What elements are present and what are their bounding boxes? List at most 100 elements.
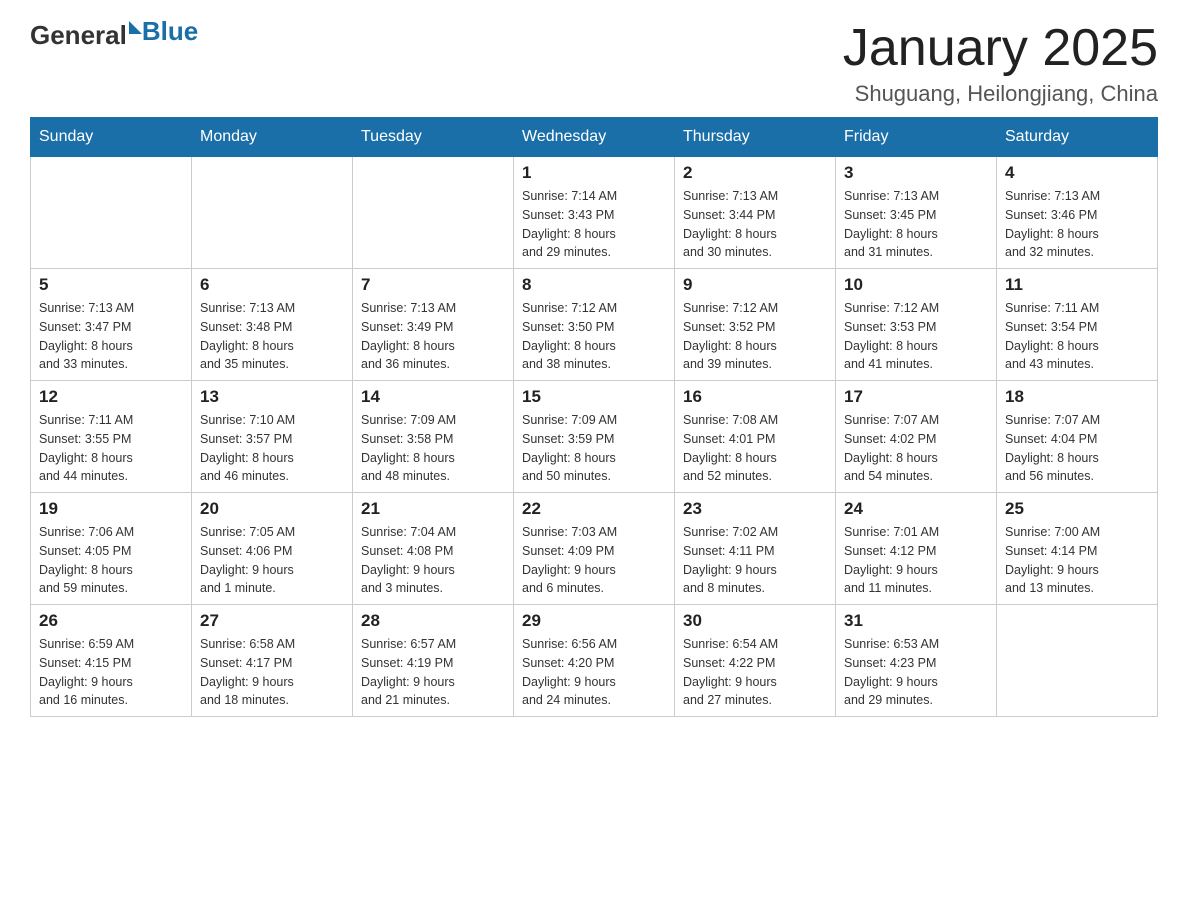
weekday-header-thursday: Thursday [675, 118, 836, 157]
day-number: 21 [361, 499, 505, 519]
day-number: 29 [522, 611, 666, 631]
day-info: Sunrise: 7:03 AM Sunset: 4:09 PM Dayligh… [522, 523, 666, 598]
calendar-cell: 26 Sunrise: 6:59 AM Sunset: 4:15 PM Dayli… [31, 605, 192, 717]
day-number: 28 [361, 611, 505, 631]
day-number: 17 [844, 387, 988, 407]
day-number: 18 [1005, 387, 1149, 407]
calendar-cell: 19 Sunrise: 7:06 AM Sunset: 4:05 PM Dayli… [31, 493, 192, 605]
calendar-cell [31, 157, 192, 269]
day-number: 5 [39, 275, 183, 295]
logo: General Blue [30, 20, 198, 51]
calendar-cell: 24Sunrise: 7:01 AM Sunset: 4:12 PM Dayli… [836, 493, 997, 605]
day-info: Sunrise: 7:13 AM Sunset: 3:49 PM Dayligh… [361, 299, 505, 374]
day-info: Sunrise: 6:58 AM Sunset: 4:17 PM Dayligh… [200, 635, 344, 710]
calendar-cell [997, 605, 1158, 717]
weekday-header-monday: Monday [192, 118, 353, 157]
day-number: 7 [361, 275, 505, 295]
calendar-cell: 29 Sunrise: 6:56 AM Sunset: 4:20 PM Dayli… [514, 605, 675, 717]
calendar-cell: 31 Sunrise: 6:53 AM Sunset: 4:23 PM Dayli… [836, 605, 997, 717]
calendar-cell: 2 Sunrise: 7:13 AM Sunset: 3:44 PM Daylig… [675, 157, 836, 269]
calendar-cell: 5 Sunrise: 7:13 AM Sunset: 3:47 PM Daylig… [31, 269, 192, 381]
day-number: 31 [844, 611, 988, 631]
day-number: 2 [683, 163, 827, 183]
weekday-header-sunday: Sunday [31, 118, 192, 157]
day-number: 30 [683, 611, 827, 631]
day-info: Sunrise: 7:11 AM Sunset: 3:55 PM Dayligh… [39, 411, 183, 486]
logo-arrow-icon [129, 21, 142, 34]
day-info: Sunrise: 7:12 AM Sunset: 3:53 PM Dayligh… [844, 299, 988, 374]
calendar-header: SundayMondayTuesdayWednesdayThursdayFrid… [31, 118, 1158, 157]
calendar-cell: 30Sunrise: 6:54 AM Sunset: 4:22 PM Dayli… [675, 605, 836, 717]
day-info: Sunrise: 7:13 AM Sunset: 3:46 PM Dayligh… [1005, 187, 1149, 262]
day-info: Sunrise: 7:13 AM Sunset: 3:44 PM Dayligh… [683, 187, 827, 262]
logo-general: General [30, 20, 127, 51]
title-section: January 2025 Shuguang, Heilongjiang, Chi… [843, 20, 1158, 107]
calendar-cell: 27 Sunrise: 6:58 AM Sunset: 4:17 PM Dayli… [192, 605, 353, 717]
calendar-cell: 25 Sunrise: 7:00 AM Sunset: 4:14 PM Dayli… [997, 493, 1158, 605]
day-info: Sunrise: 7:09 AM Sunset: 3:58 PM Dayligh… [361, 411, 505, 486]
calendar-week-4: 19 Sunrise: 7:06 AM Sunset: 4:05 PM Dayli… [31, 493, 1158, 605]
calendar-cell: 13 Sunrise: 7:10 AM Sunset: 3:57 PM Dayli… [192, 381, 353, 493]
day-number: 10 [844, 275, 988, 295]
day-number: 6 [200, 275, 344, 295]
day-info: Sunrise: 7:12 AM Sunset: 3:50 PM Dayligh… [522, 299, 666, 374]
day-info: Sunrise: 7:09 AM Sunset: 3:59 PM Dayligh… [522, 411, 666, 486]
day-number: 27 [200, 611, 344, 631]
calendar-cell: 8 Sunrise: 7:12 AM Sunset: 3:50 PM Daylig… [514, 269, 675, 381]
day-number: 9 [683, 275, 827, 295]
day-info: Sunrise: 6:59 AM Sunset: 4:15 PM Dayligh… [39, 635, 183, 710]
calendar-cell: 20 Sunrise: 7:05 AM Sunset: 4:06 PM Dayli… [192, 493, 353, 605]
calendar-cell: 17Sunrise: 7:07 AM Sunset: 4:02 PM Dayli… [836, 381, 997, 493]
day-info: Sunrise: 7:10 AM Sunset: 3:57 PM Dayligh… [200, 411, 344, 486]
calendar-cell: 21 Sunrise: 7:04 AM Sunset: 4:08 PM Dayli… [353, 493, 514, 605]
day-number: 25 [1005, 499, 1149, 519]
day-info: Sunrise: 7:02 AM Sunset: 4:11 PM Dayligh… [683, 523, 827, 598]
day-number: 15 [522, 387, 666, 407]
calendar-cell: 10 Sunrise: 7:12 AM Sunset: 3:53 PM Dayli… [836, 269, 997, 381]
calendar-cell: 7 Sunrise: 7:13 AM Sunset: 3:49 PM Daylig… [353, 269, 514, 381]
day-number: 20 [200, 499, 344, 519]
day-info: Sunrise: 7:08 AM Sunset: 4:01 PM Dayligh… [683, 411, 827, 486]
logo-blue: Blue [142, 16, 198, 47]
calendar-week-5: 26 Sunrise: 6:59 AM Sunset: 4:15 PM Dayli… [31, 605, 1158, 717]
day-info: Sunrise: 7:13 AM Sunset: 3:47 PM Dayligh… [39, 299, 183, 374]
calendar-cell: 11Sunrise: 7:11 AM Sunset: 3:54 PM Dayli… [997, 269, 1158, 381]
day-info: Sunrise: 7:14 AM Sunset: 3:43 PM Dayligh… [522, 187, 666, 262]
day-number: 24 [844, 499, 988, 519]
day-number: 16 [683, 387, 827, 407]
calendar-cell: 12Sunrise: 7:11 AM Sunset: 3:55 PM Dayli… [31, 381, 192, 493]
day-number: 8 [522, 275, 666, 295]
day-info: Sunrise: 7:00 AM Sunset: 4:14 PM Dayligh… [1005, 523, 1149, 598]
weekday-header-saturday: Saturday [997, 118, 1158, 157]
calendar-table: SundayMondayTuesdayWednesdayThursdayFrid… [30, 117, 1158, 717]
day-number: 22 [522, 499, 666, 519]
day-number: 4 [1005, 163, 1149, 183]
day-number: 23 [683, 499, 827, 519]
day-info: Sunrise: 7:04 AM Sunset: 4:08 PM Dayligh… [361, 523, 505, 598]
weekday-header-wednesday: Wednesday [514, 118, 675, 157]
day-number: 11 [1005, 275, 1149, 295]
calendar-cell: 18 Sunrise: 7:07 AM Sunset: 4:04 PM Dayli… [997, 381, 1158, 493]
day-info: Sunrise: 7:05 AM Sunset: 4:06 PM Dayligh… [200, 523, 344, 598]
day-number: 19 [39, 499, 183, 519]
day-info: Sunrise: 7:07 AM Sunset: 4:04 PM Dayligh… [1005, 411, 1149, 486]
calendar-body: 1Sunrise: 7:14 AM Sunset: 3:43 PM Daylig… [31, 157, 1158, 717]
day-info: Sunrise: 6:56 AM Sunset: 4:20 PM Dayligh… [522, 635, 666, 710]
calendar-cell: 1Sunrise: 7:14 AM Sunset: 3:43 PM Daylig… [514, 157, 675, 269]
day-info: Sunrise: 7:12 AM Sunset: 3:52 PM Dayligh… [683, 299, 827, 374]
day-info: Sunrise: 6:57 AM Sunset: 4:19 PM Dayligh… [361, 635, 505, 710]
weekday-header-tuesday: Tuesday [353, 118, 514, 157]
day-info: Sunrise: 6:53 AM Sunset: 4:23 PM Dayligh… [844, 635, 988, 710]
calendar-cell: 22 Sunrise: 7:03 AM Sunset: 4:09 PM Dayli… [514, 493, 675, 605]
day-info: Sunrise: 7:13 AM Sunset: 3:48 PM Dayligh… [200, 299, 344, 374]
weekday-header-row: SundayMondayTuesdayWednesdayThursdayFrid… [31, 118, 1158, 157]
calendar-cell: 16 Sunrise: 7:08 AM Sunset: 4:01 PM Dayli… [675, 381, 836, 493]
day-number: 26 [39, 611, 183, 631]
calendar-week-2: 5 Sunrise: 7:13 AM Sunset: 3:47 PM Daylig… [31, 269, 1158, 381]
month-title: January 2025 [843, 20, 1158, 77]
day-info: Sunrise: 7:06 AM Sunset: 4:05 PM Dayligh… [39, 523, 183, 598]
location: Shuguang, Heilongjiang, China [843, 81, 1158, 107]
calendar-cell: 6 Sunrise: 7:13 AM Sunset: 3:48 PM Daylig… [192, 269, 353, 381]
calendar-cell: 15 Sunrise: 7:09 AM Sunset: 3:59 PM Dayli… [514, 381, 675, 493]
day-number: 13 [200, 387, 344, 407]
